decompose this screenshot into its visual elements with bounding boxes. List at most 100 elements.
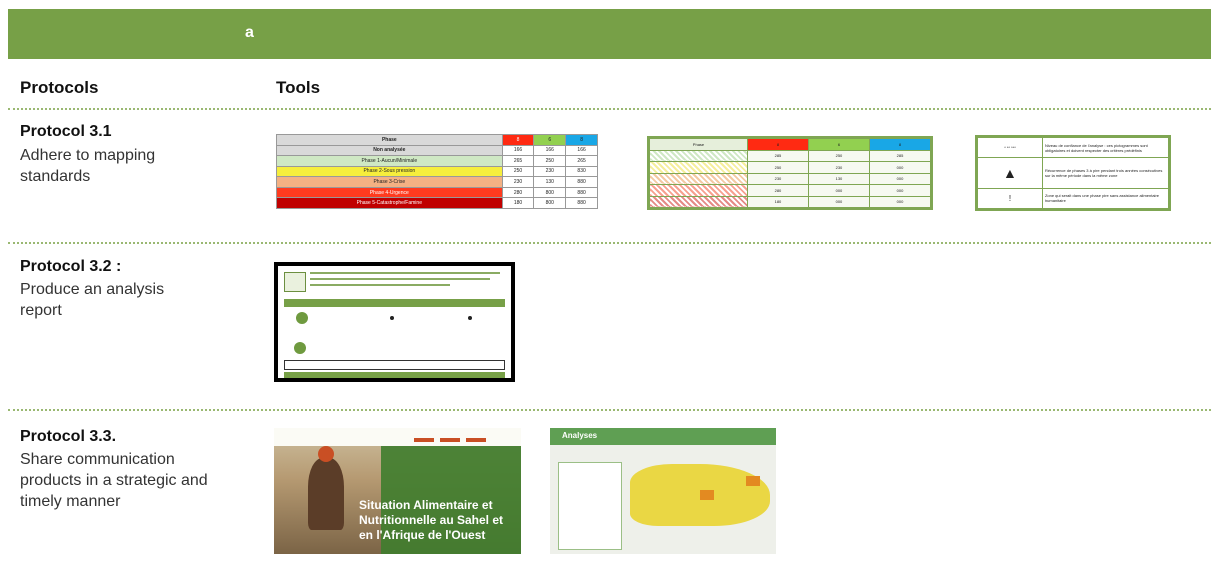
table-cell bbox=[649, 195, 748, 208]
table-cell: 830 bbox=[565, 165, 598, 178]
table-cell bbox=[649, 161, 748, 174]
header-band: a bbox=[8, 9, 1211, 59]
table-cell bbox=[649, 149, 748, 162]
table-cell: 166 bbox=[501, 144, 535, 157]
table-header-cell: 6 bbox=[533, 134, 567, 146]
text-line bbox=[310, 284, 450, 286]
table-cell: 250 bbox=[533, 155, 567, 167]
table-cell: 280 bbox=[746, 184, 809, 197]
cover-accent-bar bbox=[466, 438, 486, 442]
cover-thumbnail: Situation Alimentaire et Nutritionnelle … bbox=[274, 428, 521, 554]
protocol-title: Protocol 3.2 : bbox=[20, 258, 122, 275]
table-cell: 000 bbox=[807, 195, 870, 208]
map-zone bbox=[700, 490, 714, 500]
table-cell: 230 bbox=[501, 176, 535, 188]
table-cell: 250 bbox=[501, 165, 535, 178]
column-header-tools: Tools bbox=[276, 78, 321, 97]
table-header-cell: Phase bbox=[649, 138, 748, 151]
table-cell: Phase 4-Urgence bbox=[276, 186, 503, 199]
table-cell: Phase 2-Sous pression bbox=[276, 165, 503, 178]
table-cell: 180 bbox=[746, 195, 809, 208]
table-cell: Phase 3-Crise bbox=[276, 176, 503, 188]
table-cell: 880 bbox=[565, 176, 598, 188]
table-cell: 000 bbox=[868, 195, 931, 208]
person-head bbox=[318, 446, 334, 462]
table-cell: 000 bbox=[868, 172, 931, 185]
table-cell: 250 bbox=[807, 149, 870, 162]
pattern-table-thumbnail: Phase 8 6 8 285 250 285 250 230 000 230 … bbox=[647, 136, 933, 210]
legend-thumbnail: * ** *** Niveau de confiance de l'analys… bbox=[975, 135, 1171, 211]
cover-accent-bar bbox=[440, 438, 460, 442]
legend-text: Zone qui serait dans une phase pire sans… bbox=[1041, 187, 1169, 209]
triangle-icon: ▲ bbox=[977, 157, 1043, 189]
table-header-cell: 8 bbox=[501, 134, 535, 146]
protocol-description: Produce an analysis report bbox=[20, 281, 165, 319]
cover-accent-bar bbox=[414, 438, 434, 442]
bullet-icon bbox=[390, 316, 394, 320]
table-cell: 000 bbox=[807, 184, 870, 197]
protocol-title: Protocol 3.1 bbox=[20, 123, 112, 140]
table-cell: 166 bbox=[533, 144, 567, 157]
table-cell: 166 bbox=[565, 144, 598, 157]
figure-letter: a bbox=[245, 24, 254, 41]
sun-icon bbox=[294, 342, 306, 354]
protocol-description: Adhere to mapping standards bbox=[20, 147, 156, 185]
web-tab-label: Analyses bbox=[562, 431, 598, 440]
cover-top-band bbox=[274, 428, 521, 446]
divider bbox=[8, 108, 1211, 110]
table-cell bbox=[649, 184, 748, 197]
web-map-thumbnail: Analyses bbox=[550, 428, 776, 554]
table-cell bbox=[649, 172, 748, 185]
table-cell: 880 bbox=[565, 186, 598, 199]
table-header-cell: Phase bbox=[276, 134, 503, 146]
table-header-cell: 8 bbox=[746, 138, 809, 151]
text-line bbox=[310, 278, 490, 280]
map-zone bbox=[746, 476, 760, 486]
protocol-description: Share communication products in a strate… bbox=[20, 451, 208, 510]
table-header-cell: 8 bbox=[565, 134, 598, 146]
table-cell: 285 bbox=[746, 149, 809, 162]
footer-box bbox=[284, 360, 505, 370]
seal-icon bbox=[296, 312, 308, 324]
table-cell: 130 bbox=[807, 172, 870, 185]
table-cell: 000 bbox=[868, 161, 931, 174]
table-header-cell: 8 bbox=[868, 138, 931, 151]
legend-text: Niveau de confiance de l'analyse : ces p… bbox=[1041, 137, 1169, 159]
table-cell: 280 bbox=[501, 186, 535, 199]
table-cell: 250 bbox=[746, 161, 809, 174]
web-navbar: Analyses bbox=[550, 428, 776, 445]
web-side-panel bbox=[558, 462, 622, 550]
table-cell: 285 bbox=[868, 149, 931, 162]
table-cell: 800 bbox=[533, 197, 567, 209]
bullet-icon bbox=[468, 316, 472, 320]
table-cell: 180 bbox=[501, 197, 535, 209]
logo-icon bbox=[284, 272, 306, 292]
table-cell: Non analysée bbox=[276, 144, 503, 157]
table-cell: 265 bbox=[501, 155, 535, 167]
divider bbox=[8, 409, 1211, 411]
table-cell: 230 bbox=[533, 165, 567, 178]
phase-table-thumbnail: Phase 8 6 8 Non analysée 166 166 166 Pha… bbox=[276, 134, 598, 209]
person-figure bbox=[308, 458, 344, 530]
legend-symbol: * ** *** bbox=[977, 137, 1043, 159]
table-header-cell: 6 bbox=[807, 138, 870, 151]
table-cell: 230 bbox=[746, 172, 809, 185]
table-cell: 265 bbox=[565, 155, 598, 167]
table-cell: Phase 5-Catastrophe/Famine bbox=[276, 197, 503, 209]
table-cell: 000 bbox=[868, 184, 931, 197]
table-cell: 800 bbox=[533, 186, 567, 199]
table-cell: 880 bbox=[565, 197, 598, 209]
cover-title: Situation Alimentaire et Nutritionnelle … bbox=[359, 498, 504, 542]
column-header-protocols: Protocols bbox=[20, 78, 99, 97]
legend-text: Récurrence de phases 3 à pire pendant tr… bbox=[1041, 157, 1169, 189]
report-thumbnail bbox=[274, 262, 515, 382]
divider bbox=[8, 242, 1211, 244]
table-cell: 230 bbox=[807, 161, 870, 174]
table-cell: 130 bbox=[533, 176, 567, 188]
table-cell: Phase 1-Aucun/Minimale bbox=[276, 155, 503, 167]
protocol-title: Protocol 3.3. bbox=[20, 428, 117, 445]
section-bar bbox=[284, 299, 505, 307]
footer-bar bbox=[284, 372, 505, 378]
exclamation-icon: ! bbox=[977, 187, 1043, 209]
text-line bbox=[310, 272, 500, 274]
